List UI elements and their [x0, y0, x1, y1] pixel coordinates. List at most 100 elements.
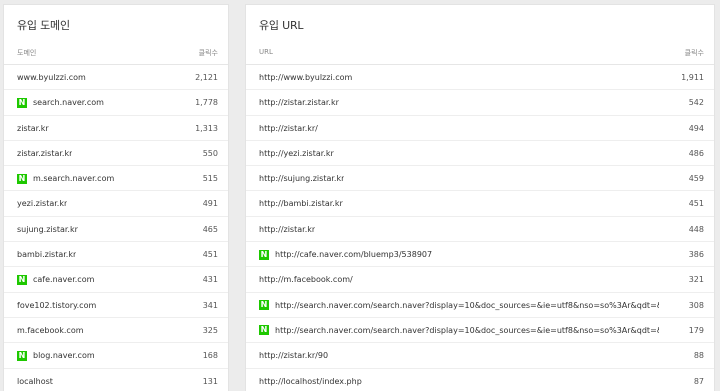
table-row[interactable]: http://zistar.kr/90 88 — [246, 343, 714, 369]
row-label[interactable]: Nhttp://search.naver.com/search.naver?di… — [259, 318, 659, 343]
row-text: yezi.zistar.kr — [17, 199, 68, 209]
panel-title: 유입 URL — [259, 19, 304, 32]
row-text: http://zistar.kr/ — [259, 123, 318, 133]
table-row[interactable]: http://zistar.zistar.kr 542 — [246, 90, 714, 116]
naver-icon: N — [17, 350, 27, 361]
table-row[interactable]: bambi.zistar.kr 451 — [4, 242, 228, 268]
row-text: zistar.zistar.kr — [17, 148, 73, 158]
row-label[interactable]: http://zistar.kr — [259, 217, 315, 242]
naver-icon: N — [17, 274, 27, 285]
row-label[interactable]: Nhttp://search.naver.com/search.naver?di… — [259, 293, 659, 318]
table-row[interactable]: sujung.zistar.kr 465 — [4, 217, 228, 243]
click-count: 515 — [202, 174, 218, 184]
row-text: zistar.kr — [17, 123, 49, 133]
table-row[interactable]: http://localhost/index.php 87 — [246, 369, 714, 391]
row-text: blog.naver.com — [33, 351, 95, 361]
click-count: 131 — [202, 376, 218, 386]
click-count: 325 — [202, 325, 218, 335]
row-text: http://bambi.zistar.kr — [259, 199, 343, 209]
click-count: 341 — [202, 300, 218, 310]
row-text: http://zistar.kr — [259, 224, 316, 234]
table-row[interactable]: http://zistar.kr 448 — [246, 217, 714, 243]
row-label[interactable]: http://zistar.zistar.kr — [259, 90, 339, 115]
row-label[interactable]: yezi.zistar.kr — [17, 191, 67, 216]
table-row[interactable]: zistar.zistar.kr 550 — [4, 141, 228, 167]
row-label[interactable]: sujung.zistar.kr — [17, 217, 78, 242]
table-row[interactable]: www.byulzzi.com 2,121 — [4, 65, 228, 91]
row-text: http://zistar.zistar.kr — [259, 98, 339, 108]
row-text: http://www.byulzzi.com — [259, 73, 353, 82]
row-label[interactable]: zistar.kr — [17, 116, 49, 141]
row-label[interactable]: http://yezi.zistar.kr — [259, 141, 334, 166]
domain-list: www.byulzzi.com 2,121 Nsearch.naver.com 1,7… — [4, 65, 228, 391]
row-label[interactable]: fove102.tistory.com — [17, 293, 96, 318]
click-count: 451 — [688, 199, 704, 209]
click-count: 179 — [688, 325, 704, 335]
row-label[interactable]: http://www.byulzzi.com — [259, 65, 352, 90]
table-row[interactable]: zistar.kr 1,313 — [4, 116, 228, 141]
row-label[interactable]: Nsearch.naver.com — [17, 90, 104, 115]
row-text: http://sujung.zistar.kr — [259, 174, 345, 184]
table-row[interactable]: Nhttp://search.naver.com/search.naver?di… — [246, 293, 714, 318]
table-row[interactable]: fove102.tistory.com 341 — [4, 293, 228, 318]
row-label[interactable]: Nm.search.naver.com — [17, 166, 114, 191]
table-row[interactable]: m.facebook.com 325 — [4, 318, 228, 344]
referrer-url-panel: 유입 URL URL 클릭수 http://www.byulzzi.com 1,9… — [245, 4, 715, 391]
table-header: 도메인 클릭수 — [4, 46, 228, 65]
row-label[interactable]: bambi.zistar.kr — [17, 242, 76, 267]
panel-title: 유입 도메인 — [17, 19, 70, 32]
click-count: 550 — [202, 148, 218, 158]
row-label[interactable]: zistar.zistar.kr — [17, 141, 72, 166]
row-text: sujung.zistar.kr — [17, 224, 78, 234]
table-row[interactable]: localhost 131 — [4, 369, 228, 391]
table-row[interactable]: Nhttp://cafe.naver.com/bluemp3/538907 386 — [246, 242, 714, 268]
row-label[interactable]: Nhttp://cafe.naver.com/bluemp3/538907 — [259, 242, 432, 267]
row-text: bambi.zistar.kr — [17, 250, 77, 260]
click-count: 2,121 — [195, 73, 218, 82]
row-label[interactable]: m.facebook.com — [17, 318, 84, 343]
click-count: 168 — [202, 351, 218, 361]
row-text: http://zistar.kr/90 — [259, 351, 329, 361]
click-count: 87 — [693, 376, 704, 386]
click-count: 1,313 — [195, 123, 218, 133]
row-label[interactable]: http://bambi.zistar.kr — [259, 191, 343, 216]
row-label[interactable]: http://zistar.kr/ — [259, 116, 318, 141]
click-count: 459 — [688, 174, 704, 184]
click-count: 431 — [202, 275, 218, 285]
column-header-clicks: 클릭수 — [684, 49, 704, 57]
row-text: http://search.naver.com/search.naver?dis… — [275, 300, 659, 310]
referrer-domain-panel: 유입 도메인 도메인 클릭수 www.byulzzi.com 2,121 Nsear… — [3, 4, 229, 391]
table-row[interactable]: Ncafe.naver.com 431 — [4, 267, 228, 293]
url-list: http://www.byulzzi.com 1,911 http://zistar… — [246, 65, 714, 391]
click-count: 386 — [688, 250, 704, 260]
click-count: 1,911 — [681, 73, 704, 82]
row-label[interactable]: http://zistar.kr/90 — [259, 343, 328, 368]
naver-icon: N — [17, 97, 27, 108]
table-row[interactable]: http://bambi.zistar.kr 451 — [246, 191, 714, 217]
table-row[interactable]: yezi.zistar.kr 491 — [4, 191, 228, 217]
row-label[interactable]: localhost — [17, 369, 53, 391]
table-row[interactable]: http://yezi.zistar.kr 486 — [246, 141, 714, 167]
row-text: cafe.naver.com — [33, 275, 95, 285]
click-count: 88 — [693, 351, 704, 361]
row-label[interactable]: Ncafe.naver.com — [17, 267, 94, 292]
row-text: http://search.naver.com/search.naver?dis… — [275, 325, 659, 335]
table-row[interactable]: http://m.facebook.com/321 — [246, 267, 714, 293]
row-label[interactable]: http://m.facebook.com/ — [259, 267, 353, 292]
table-row[interactable]: http://zistar.kr/494 — [246, 116, 714, 141]
table-row[interactable]: Nm.search.naver.com 515 — [4, 166, 228, 192]
row-text: http://yezi.zistar.kr — [259, 148, 334, 158]
click-count: 465 — [202, 224, 218, 234]
row-label[interactable]: www.byulzzi.com — [17, 65, 86, 90]
row-label[interactable]: Nblog.naver.com — [17, 343, 95, 368]
table-row[interactable]: Nblog.naver.com 168 — [4, 343, 228, 369]
click-count: 494 — [688, 123, 704, 133]
table-row[interactable]: Nsearch.naver.com 1,778 — [4, 90, 228, 116]
table-row[interactable]: Nhttp://search.naver.com/search.naver?di… — [246, 318, 714, 344]
row-label[interactable]: http://sujung.zistar.kr — [259, 166, 344, 191]
column-header-url: URL — [259, 48, 273, 56]
naver-icon: N — [17, 173, 27, 184]
row-label[interactable]: http://localhost/index.php — [259, 369, 362, 391]
table-row[interactable]: http://sujung.zistar.kr 459 — [246, 166, 714, 192]
table-row[interactable]: http://www.byulzzi.com 1,911 — [246, 65, 714, 91]
